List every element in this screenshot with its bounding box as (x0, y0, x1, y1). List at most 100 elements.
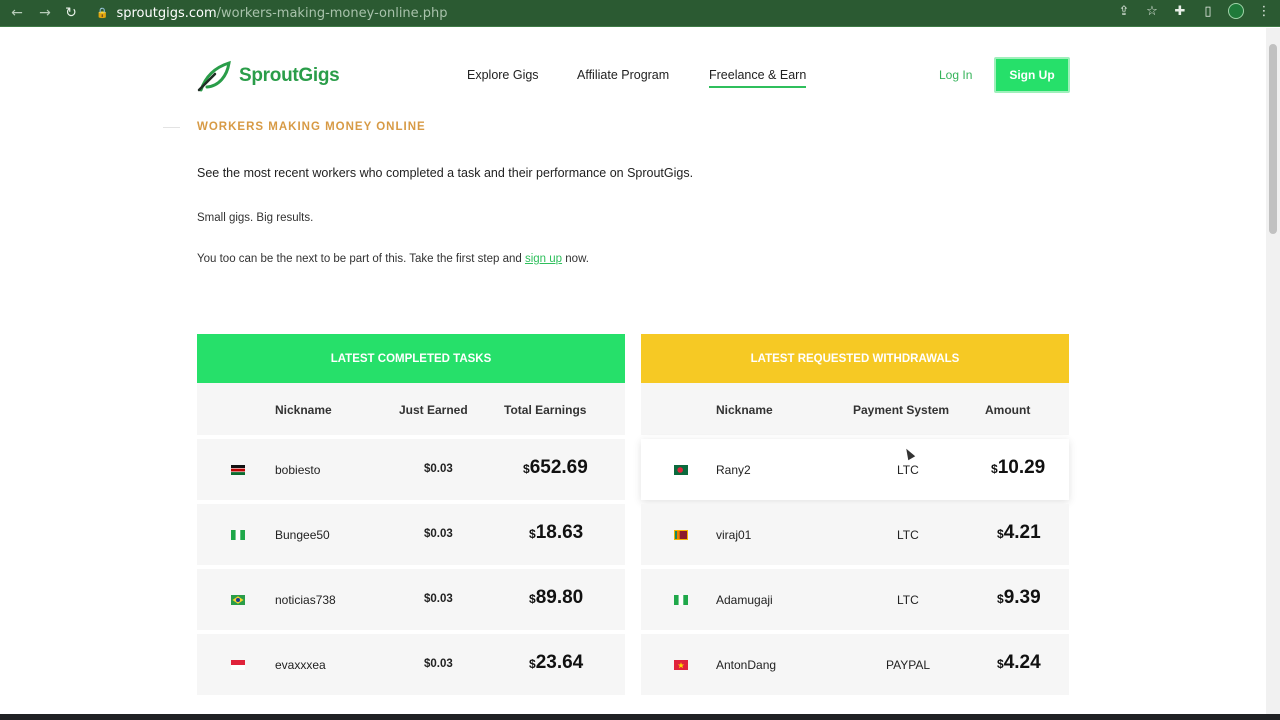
browser-toolbar: ← → ↻ 🔒 sproutgigs.com/workers-making-mo… (0, 0, 1280, 27)
flag-brazil-icon (231, 595, 245, 605)
col-nickname: Nickname (716, 403, 773, 417)
amount-value: 4.24 (1003, 652, 1041, 673)
amount: $4.24 (997, 652, 1041, 674)
flag-srilanka-icon (674, 530, 688, 540)
nickname: Adamugaji (716, 593, 773, 607)
total-earnings: $18.63 (529, 522, 583, 544)
nickname: AntonDang (716, 658, 777, 672)
completed-tasks-header: Nickname Just Earned Total Earnings (197, 383, 625, 435)
amount: $4.21 (997, 522, 1041, 544)
currency-symbol: $ (997, 527, 1004, 541)
total-earnings: $23.64 (529, 652, 583, 674)
nickname: bobiesto (275, 463, 321, 477)
payment-system: PAYPAL (886, 658, 931, 672)
completed-tasks-title: LATEST COMPLETED TASKS (197, 334, 625, 383)
just-earned: $0.03 (424, 528, 453, 540)
forward-icon[interactable]: → (34, 2, 56, 24)
payment-system: LTC (897, 463, 919, 477)
currency-symbol: $ (529, 527, 536, 541)
profile-icon[interactable] (1228, 3, 1244, 19)
table-row: Adamugaji LTC $9.39 (641, 569, 1069, 630)
nickname: Bungee50 (275, 528, 330, 542)
extensions-icon[interactable]: ✚ (1172, 3, 1188, 19)
url-host: sproutgigs.com (116, 5, 217, 21)
intro-lead: See the most recent workers who complete… (197, 166, 694, 180)
sidepanel-icon[interactable]: ▯ (1200, 3, 1216, 19)
amount-value: 9.39 (1003, 587, 1041, 608)
cta-text-after: now. (562, 253, 589, 265)
payment-system: LTC (897, 528, 919, 542)
share-icon[interactable]: ⇪ (1116, 3, 1132, 19)
eyebrow-divider (163, 127, 180, 128)
intro-tagline: Small gigs. Big results. (197, 212, 314, 224)
amount-value: 10.29 (997, 457, 1046, 478)
cta-text-before: You too can be the next to be part of th… (197, 253, 525, 265)
flag-vietnam-icon (674, 660, 688, 670)
payment-system: LTC (897, 593, 919, 607)
flag-nigeria-icon (231, 530, 245, 540)
currency-symbol: $ (997, 592, 1004, 606)
logo-text: SproutGigs (239, 65, 340, 86)
table-row: Rany2 LTC $10.29 (641, 439, 1069, 500)
currency-symbol: $ (997, 657, 1004, 671)
total-value: 89.80 (535, 587, 584, 608)
just-earned: $0.03 (424, 463, 453, 475)
withdrawals-panel: LATEST REQUESTED WITHDRAWALS Nickname Pa… (641, 334, 1069, 695)
section-eyebrow: WORKERS MAKING MONEY ONLINE (197, 121, 426, 133)
amount-value: 4.21 (1003, 522, 1041, 543)
just-earned: $0.03 (424, 658, 453, 670)
currency-symbol: $ (529, 657, 536, 671)
col-total-earnings: Total Earnings (504, 403, 587, 417)
completed-tasks-panel: LATEST COMPLETED TASKS Nickname Just Ear… (197, 334, 625, 695)
flag-indonesia-icon (231, 660, 245, 670)
table-row: bobiesto $0.03 $652.69 (197, 439, 625, 500)
currency-symbol: $ (529, 592, 536, 606)
just-earned: $0.03 (424, 593, 453, 605)
total-value: 23.64 (535, 652, 584, 673)
scrollbar-thumb[interactable] (1269, 44, 1277, 234)
currency-symbol: $ (991, 462, 998, 476)
col-payment-system: Payment System (853, 403, 950, 417)
taskbar-edge (0, 714, 1280, 720)
nickname: viraj01 (716, 528, 752, 542)
address-bar[interactable]: 🔒 sproutgigs.com/workers-making-money-on… (96, 3, 448, 23)
nickname: Rany2 (716, 463, 751, 477)
total-value: 18.63 (535, 522, 584, 543)
signup-inline-link[interactable]: sign up (525, 253, 562, 265)
total-value: 652.69 (529, 457, 588, 478)
amount: $9.39 (997, 587, 1041, 609)
flag-kenya-icon (231, 465, 245, 475)
table-row: noticias738 $0.03 $89.80 (197, 569, 625, 630)
flag-nigeria-icon (674, 595, 688, 605)
reload-icon[interactable]: ↻ (60, 2, 82, 24)
star-icon[interactable]: ☆ (1144, 3, 1160, 19)
total-earnings: $652.69 (523, 457, 588, 479)
col-nickname: Nickname (275, 403, 332, 417)
withdrawals-title: LATEST REQUESTED WITHDRAWALS (641, 334, 1069, 383)
flag-bangladesh-icon (674, 465, 688, 475)
col-amount: Amount (985, 403, 1031, 417)
amount: $10.29 (991, 457, 1045, 479)
table-row: AntonDang PAYPAL $4.24 (641, 634, 1069, 695)
withdrawals-header: Nickname Payment System Amount (641, 383, 1069, 435)
nav-freelance-earn[interactable]: Freelance & Earn (709, 68, 807, 88)
table-row: viraj01 LTC $4.21 (641, 504, 1069, 565)
table-row: Bungee50 $0.03 $18.63 (197, 504, 625, 565)
login-link[interactable]: Log In (939, 68, 972, 82)
back-icon[interactable]: ← (6, 2, 28, 24)
nav-affiliate-program[interactable]: Affiliate Program (577, 68, 669, 82)
menu-icon[interactable]: ⋮ (1256, 3, 1272, 19)
lock-icon: 🔒 (96, 7, 109, 19)
sprout-leaf-icon (197, 60, 231, 92)
intro-cta: You too can be the next to be part of th… (197, 253, 589, 265)
col-just-earned: Just Earned (399, 403, 468, 417)
page-scrollbar[interactable] (1266, 28, 1280, 714)
table-row: evaxxxea $0.03 $23.64 (197, 634, 625, 695)
url-path: /workers-making-money-online.php (216, 5, 448, 21)
nav-explore-gigs[interactable]: Explore Gigs (467, 68, 539, 82)
total-earnings: $89.80 (529, 587, 583, 609)
signup-button[interactable]: Sign Up (994, 57, 1070, 93)
currency-symbol: $ (523, 462, 530, 476)
nickname: noticias738 (275, 593, 336, 607)
logo[interactable]: SproutGigs (197, 60, 340, 92)
